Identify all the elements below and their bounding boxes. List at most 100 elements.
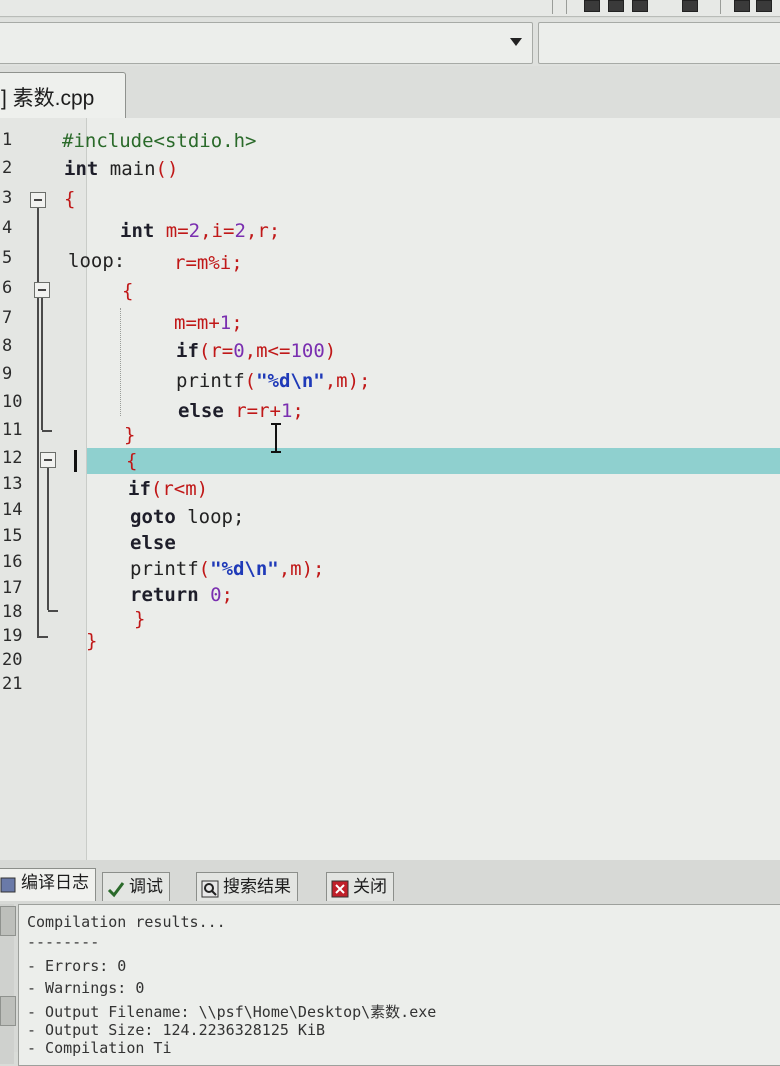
code-token: printf <box>130 558 199 580</box>
fold-end-marker <box>38 636 48 638</box>
code-token: ; <box>221 584 233 606</box>
code-token: int <box>120 220 155 242</box>
side-button[interactable] <box>0 906 16 936</box>
code-line-1: #include<stdio.h> <box>62 130 256 152</box>
line-number: 9 <box>2 364 13 384</box>
toolbar-separator <box>720 0 721 14</box>
tab-file-label: ] 素数.cpp <box>1 87 95 110</box>
code-token: return <box>130 584 199 606</box>
toolbar-icon[interactable] <box>584 0 600 12</box>
code-token: else <box>130 532 176 554</box>
main-toolbar <box>0 0 780 17</box>
line-number: 4 <box>2 218 13 238</box>
chevron-down-icon[interactable] <box>510 38 522 46</box>
code-token: 1 <box>219 312 232 334</box>
fold-end-marker <box>48 610 58 612</box>
line-number: 17 <box>2 578 23 598</box>
compile-output[interactable]: Compilation results... -------- - Errors… <box>18 904 780 1066</box>
code-line-2: int main() <box>64 158 178 180</box>
code-token: m= <box>154 220 189 242</box>
tab-debug[interactable]: 调试 <box>102 872 170 901</box>
toolbar-icon[interactable] <box>734 0 750 12</box>
output-line: - Output Filename: \\psf\Home\Desktop\素数… <box>27 1003 437 1021</box>
text-cursor-icon <box>271 423 281 453</box>
code-token: if <box>128 478 151 500</box>
code-token: } <box>134 608 146 630</box>
code-token: goto <box>130 506 176 528</box>
toolbar-separator <box>552 0 553 14</box>
toolbar-icon[interactable] <box>756 0 772 12</box>
code-token: "%d\n" <box>210 558 279 580</box>
fold-guide-line <box>41 298 43 430</box>
code-line-7: m=m+1; <box>174 312 243 334</box>
code-token: () <box>155 158 179 180</box>
tab-close-label: 关闭 <box>353 877 387 896</box>
toolbar-icon[interactable] <box>608 0 624 12</box>
code-token: (r= <box>198 340 234 362</box>
text-caret <box>74 450 77 472</box>
code-line-19: } <box>86 630 97 652</box>
code-line-15: else <box>130 532 176 554</box>
fold-end-marker <box>42 430 52 432</box>
code-token: loop; <box>175 506 245 528</box>
close-icon <box>331 879 349 898</box>
function-dropdown[interactable] <box>538 22 780 64</box>
fold-collapse-icon[interactable] <box>40 452 56 468</box>
code-line-8: if(r=0,m<=100) <box>176 340 336 362</box>
tab-close[interactable]: 关闭 <box>326 872 394 901</box>
search-icon <box>201 879 219 898</box>
code-token: m=m+ <box>174 312 220 334</box>
code-token: } <box>86 630 98 652</box>
line-number: 10 <box>2 392 23 412</box>
code-line-5b: r=m%i; <box>174 252 243 274</box>
code-token: int <box>64 158 99 180</box>
indent-guide <box>120 308 121 416</box>
code-token: ( <box>244 370 257 392</box>
tab-compile-log[interactable]: 编译日志 <box>0 868 96 901</box>
tab-compile-log-label: 编译日志 <box>21 873 89 892</box>
code-token: 0 <box>210 584 222 606</box>
code-token: main <box>98 158 156 180</box>
line-number: 13 <box>2 474 23 494</box>
line-number: 7 <box>2 308 13 328</box>
fold-guide-line <box>47 468 49 610</box>
line-gutter: 1 2 3 4 5 6 7 8 9 10 11 12 13 14 15 16 1… <box>0 118 87 860</box>
code-token: (r<m) <box>150 478 209 500</box>
code-line-14: goto loop; <box>130 506 244 528</box>
code-line-17: return 0; <box>130 584 233 606</box>
fold-collapse-icon[interactable] <box>34 282 50 298</box>
line-number: 15 <box>2 526 23 546</box>
code-token: { <box>126 450 138 472</box>
code-token: r=m%i; <box>174 252 243 274</box>
side-button[interactable] <box>0 996 16 1026</box>
fold-collapse-icon[interactable] <box>30 192 46 208</box>
output-line: - Compilation Ti <box>27 1039 172 1057</box>
code-token: { <box>122 280 134 302</box>
line-number: 1 <box>2 130 13 150</box>
output-line: - Output Size: 124.2236328125 KiB <box>27 1021 326 1039</box>
check-icon <box>107 879 125 897</box>
class-browser-bar <box>0 18 780 66</box>
tab-search-results[interactable]: 搜索结果 <box>196 872 298 901</box>
code-line-16: printf("%d\n",m); <box>130 558 325 580</box>
compile-log-icon <box>0 875 17 893</box>
code-token: "%d\n" <box>256 370 325 392</box>
code-line-3: { <box>64 188 75 210</box>
code-line-5: loop: <box>68 250 125 272</box>
tab-file[interactable]: ] 素数.cpp <box>0 72 126 119</box>
line-number: 14 <box>2 500 23 520</box>
code-token: { <box>64 188 76 210</box>
code-token: ,m<= <box>244 340 291 362</box>
code-token: 2 <box>188 220 201 242</box>
toolbar-icon[interactable] <box>632 0 648 12</box>
tab-search-results-label: 搜索结果 <box>223 877 291 896</box>
code-token: ) <box>324 340 337 362</box>
code-token: ,r; <box>245 220 281 242</box>
code-line-10: else r=r+1; <box>178 400 304 422</box>
code-editor[interactable]: 1 2 3 4 5 6 7 8 9 10 11 12 13 14 15 16 1… <box>0 118 780 860</box>
line-number: 11 <box>2 420 23 440</box>
code-line-12: { <box>126 450 137 472</box>
class-dropdown[interactable] <box>0 22 533 64</box>
toolbar-icon[interactable] <box>682 0 698 12</box>
